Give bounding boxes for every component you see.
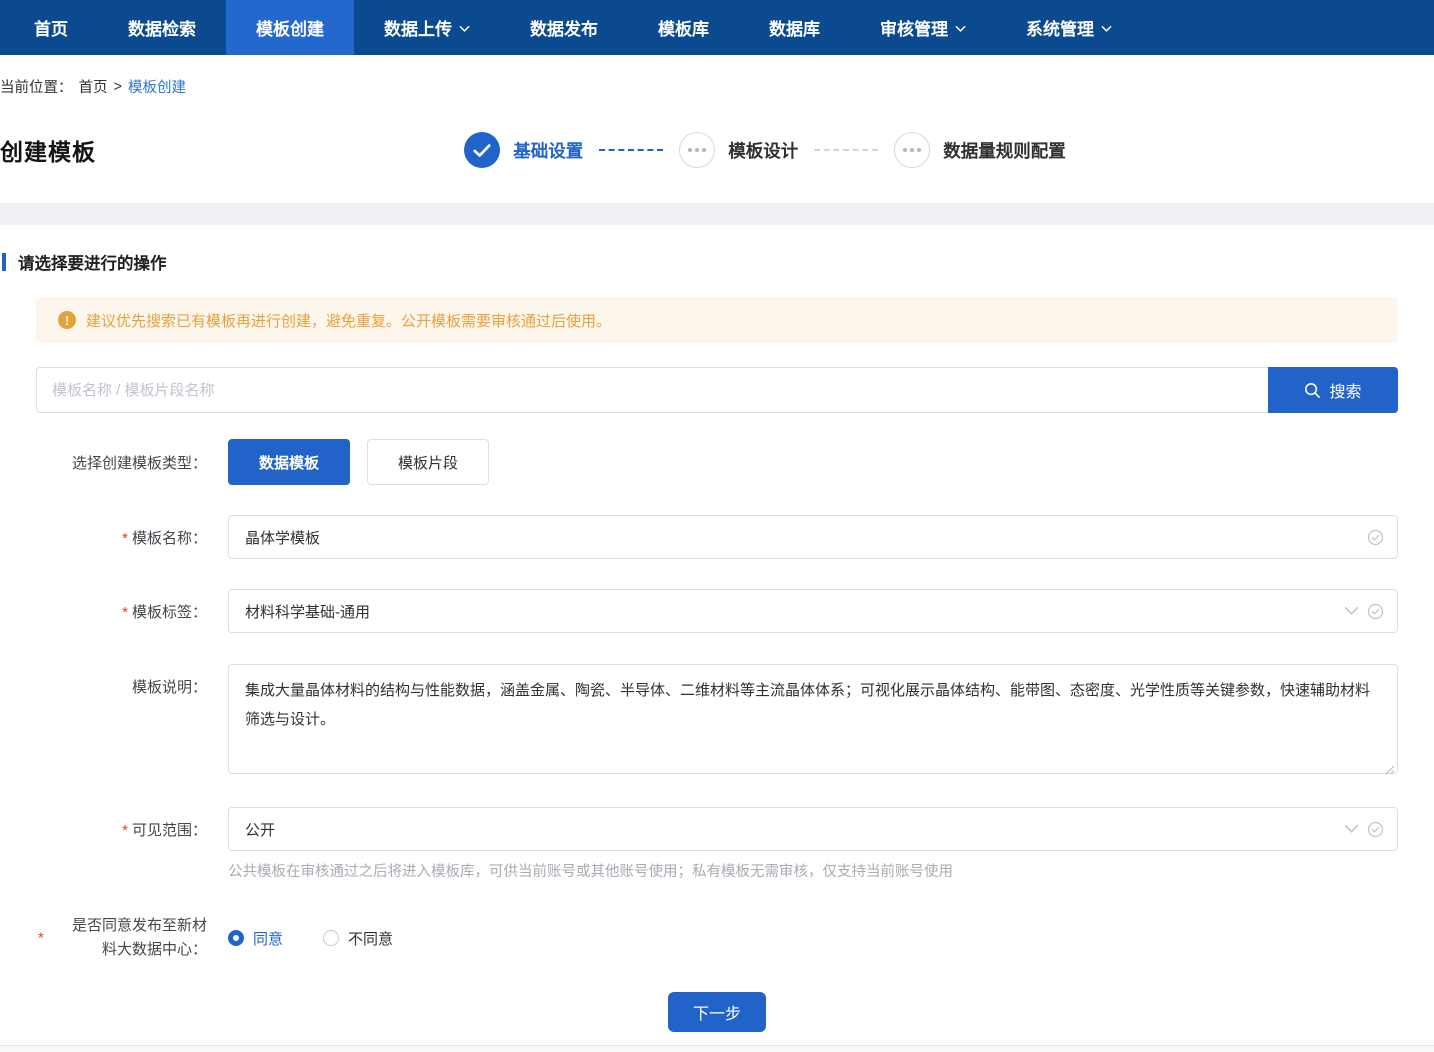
chevron-down-icon [459,25,470,33]
nav-item-label: 数据检索 [128,15,196,40]
template-description-textarea[interactable]: 集成大量晶体材料的结构与性能数据，涵盖金属、陶瓷、半导体、二维材料等主流晶体体系… [228,664,1398,774]
required-asterisk: * [38,930,44,947]
nav-item-audit-management[interactable]: 审核管理 [850,0,996,55]
step-label: 数据量规则配置 [943,138,1066,163]
radio-option-label: 同意 [253,928,283,949]
step-template-design: 模板设计 [679,132,798,168]
publish-consent-label: * 是否同意发布至新材料大数据中心： [36,914,207,962]
chevron-down-icon [955,25,966,33]
search-button-label: 搜索 [1329,378,1361,402]
template-description-label: 模板说明： [36,664,207,697]
chevron-down-icon [1344,606,1359,616]
nav-item-data-search[interactable]: 数据检索 [98,0,226,55]
step-check-icon [464,132,500,168]
steps-indicator: 基础设置 模板设计 数据量规则配置 [96,132,1434,168]
nav-item-label: 模板创建 [256,15,324,40]
section-accent-bar [2,253,6,271]
nav-item-label: 审核管理 [880,15,948,40]
breadcrumb-current-link[interactable]: 模板创建 [128,76,186,97]
breadcrumb-home-link[interactable]: 首页 [79,76,108,97]
publish-consent-radio-group: 同意 不同意 [228,928,393,949]
visibility-label: *可见范围： [36,819,207,840]
step-connector [599,149,663,151]
warning-banner: ! 建议优先搜索已有模板再进行创建，避免重复。公开模板需要审核通过后使用。 [36,297,1398,343]
visibility-select[interactable] [228,807,1398,851]
nav-item-data-publish[interactable]: 数据发布 [500,0,628,55]
radio-selected-icon [228,930,244,946]
radio-unselected-icon [323,930,339,946]
required-asterisk: * [122,822,128,839]
step-pending-icon [894,132,930,168]
chevron-down-icon [1344,824,1359,834]
type-button-template-fragment[interactable]: 模板片段 [367,439,489,485]
type-select-label: 选择创建模板类型： [36,452,207,473]
type-select-group: 数据模板模板片段 [228,439,489,485]
radio-option-disagree[interactable]: 不同意 [323,928,393,949]
nav-item-template-create[interactable]: 模板创建 [226,0,354,55]
radio-option-label: 不同意 [348,928,393,949]
resize-grip-icon[interactable] [1384,764,1395,775]
radio-option-agree[interactable]: 同意 [228,928,283,949]
template-name-input[interactable] [228,515,1398,559]
nav-item-template-library[interactable]: 模板库 [628,0,739,55]
nav-item-label: 首页 [34,15,68,40]
template-name-label: *模板名称： [36,527,207,548]
nav-item-label: 数据发布 [530,15,598,40]
check-circle-icon [1367,821,1384,838]
footer-divider [0,1045,1434,1052]
nav-item-label: 数据库 [769,15,820,40]
nav-item-system-management[interactable]: 系统管理 [996,0,1142,55]
breadcrumb-separator: > [114,79,122,95]
step-label: 模板设计 [728,138,798,163]
step-label: 基础设置 [513,138,583,163]
top-nav: 首页 数据检索 模板创建 数据上传 数据发布 模板库 数据库 审核管理 系统管理 [0,0,1434,55]
chevron-down-icon [1101,25,1112,33]
required-asterisk: * [122,530,128,547]
check-circle-icon [1367,529,1384,546]
nav-item-label: 模板库 [658,15,709,40]
nav-item-data-upload[interactable]: 数据上传 [354,0,500,55]
visibility-helper-text: 公共模板在审核通过之后将进入模板库，可供当前账号或其他账号使用；私有模板无需审核… [228,860,1398,881]
search-button[interactable]: 搜索 [1268,367,1398,413]
warning-text: 建议优先搜索已有模板再进行创建，避免重复。公开模板需要审核通过后使用。 [86,310,611,331]
section-title: 请选择要进行的操作 [18,250,167,274]
template-tag-select[interactable] [228,589,1398,633]
divider-band [0,203,1434,225]
page-title: 创建模板 [0,133,96,167]
required-asterisk: * [122,604,128,621]
breadcrumb: 当前位置： 首页 > 模板创建 [0,55,1434,97]
step-connector [814,149,878,151]
step-basic-settings: 基础设置 [464,132,583,168]
type-button-data-template[interactable]: 数据模板 [228,439,350,485]
search-icon [1304,382,1321,399]
template-tag-label: *模板标签： [36,601,207,622]
step-pending-icon [679,132,715,168]
next-step-button[interactable]: 下一步 [668,992,766,1032]
nav-item-label: 数据上传 [384,15,452,40]
nav-item-label: 系统管理 [1026,15,1094,40]
search-input[interactable] [36,367,1268,413]
warning-icon: ! [58,311,76,329]
nav-item-database[interactable]: 数据库 [739,0,850,55]
step-data-rule-config: 数据量规则配置 [894,132,1066,168]
breadcrumb-prefix: 当前位置： [0,76,73,97]
nav-item-home[interactable]: 首页 [4,0,98,55]
check-circle-icon [1367,603,1384,620]
